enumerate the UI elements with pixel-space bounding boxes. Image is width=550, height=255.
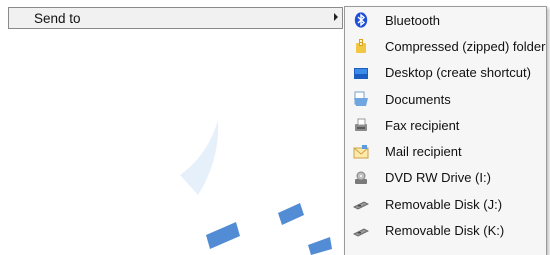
submenu-item-mail[interactable]: Mail recipient [345, 138, 546, 164]
desktop-icon [353, 65, 369, 81]
submenu-item-label: DVD RW Drive (I:) [385, 170, 491, 186]
submenu-item-label: Mail recipient [385, 144, 462, 160]
submenu-item-label: Compressed (zipped) folder [385, 38, 546, 54]
removable-disk-icon [353, 223, 369, 239]
submenu-item-fax[interactable]: Fax recipient [345, 112, 546, 138]
removable-disk-icon [353, 196, 369, 212]
zip-folder-icon [353, 38, 369, 54]
submenu-arrow-icon [334, 13, 338, 21]
documents-icon [353, 91, 369, 107]
submenu-item-documents[interactable]: Documents [345, 86, 546, 112]
mail-icon [353, 144, 369, 160]
context-menu: Send to [0, 0, 347, 255]
submenu-item-dvd-drive[interactable]: DVD RW Drive (I:) [345, 165, 546, 191]
dvd-drive-icon [353, 170, 369, 186]
submenu-item-label: Removable Disk (K:) [385, 223, 505, 239]
send-to-submenu: Bluetooth Compressed (zipped) folder Des… [344, 6, 547, 255]
submenu-item-label: Desktop (create shortcut) [385, 65, 531, 81]
submenu-item-label: Documents [385, 91, 451, 107]
send-to-menu-item[interactable]: Send to [8, 7, 343, 29]
submenu-item-compressed-folder[interactable]: Compressed (zipped) folder [345, 33, 546, 59]
fax-icon [353, 117, 369, 133]
submenu-item-label: Bluetooth [385, 12, 440, 28]
submenu-item-label: Fax recipient [385, 117, 460, 133]
submenu-item-label: Removable Disk (J:) [385, 196, 503, 212]
send-to-label: Send to [34, 10, 81, 26]
bluetooth-icon [353, 12, 369, 28]
submenu-item-bluetooth[interactable]: Bluetooth [345, 7, 546, 33]
submenu-item-desktop[interactable]: Desktop (create shortcut) [345, 60, 546, 86]
submenu-item-removable-disk-k[interactable]: Removable Disk (K:) [345, 217, 546, 243]
submenu-item-removable-disk-j[interactable]: Removable Disk (J:) [345, 191, 546, 217]
